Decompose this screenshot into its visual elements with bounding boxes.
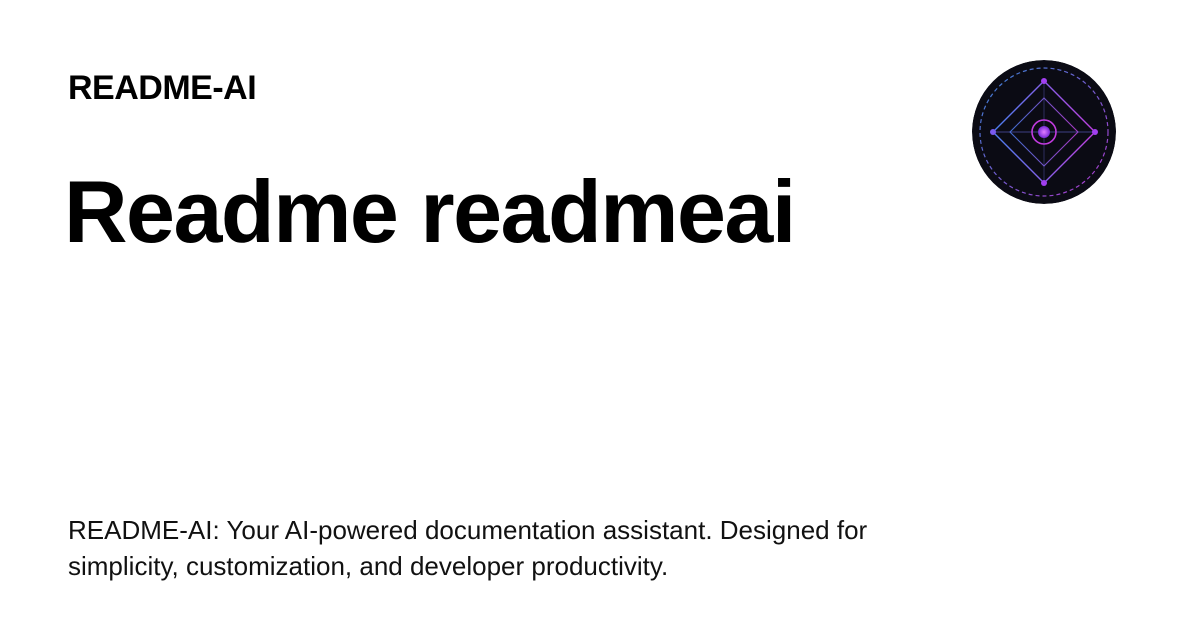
page-title: Readme readmeai: [64, 162, 796, 261]
site-name: README-AI: [68, 69, 257, 107]
page-description: README-AI: Your AI-powered documentation…: [68, 515, 868, 581]
readme-ai-logo-icon: [972, 60, 1116, 204]
